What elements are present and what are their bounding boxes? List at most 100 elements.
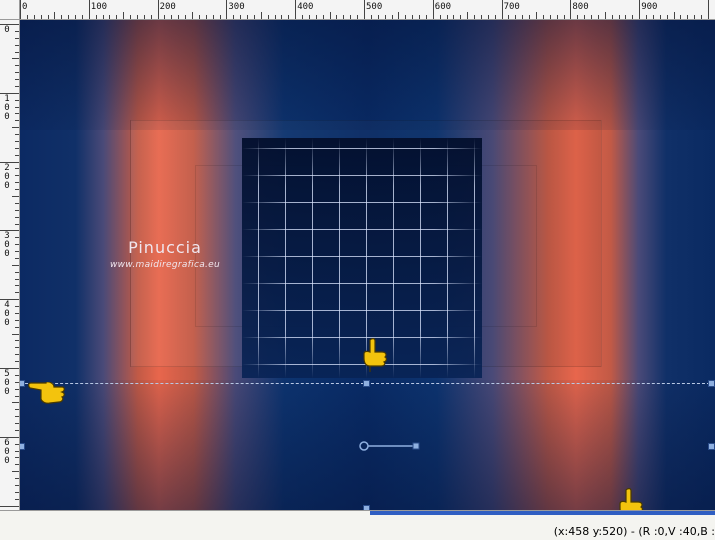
ruler-tick (253, 15, 255, 19)
ruler-tick (467, 12, 469, 19)
ruler-tick (556, 15, 558, 19)
ruler-tick (474, 15, 476, 19)
ruler-tick (212, 15, 214, 19)
ruler-left[interactable]: 0 100 200 300 400 500 600 (0, 20, 20, 510)
ruler-left-label: 0 (4, 25, 10, 35)
ruler-tick (136, 15, 138, 19)
ruler-tick (15, 209, 19, 211)
ruler-tick (20, 0, 21, 19)
ruler-top-label: 500 (366, 2, 383, 12)
ruler-tick (15, 251, 19, 253)
ruler-tick (150, 15, 152, 19)
ruler-left-label: 400 (4, 300, 10, 329)
ruler-tick (350, 15, 352, 19)
ruler-tick (171, 15, 173, 19)
ruler-tick (15, 140, 19, 142)
ruler-tick (26, 15, 28, 19)
ruler-tick (15, 306, 19, 308)
ruler-tick (529, 15, 531, 19)
ruler-tick (398, 12, 400, 19)
ruler-tick (12, 402, 19, 404)
grid-light-horizontal (242, 202, 482, 203)
ruler-tick (15, 319, 19, 321)
ruler-tick (563, 15, 565, 19)
grid-light-horizontal (242, 175, 482, 176)
ruler-tick (425, 15, 427, 19)
ruler-tick (591, 15, 593, 19)
guide-handle-left-lower[interactable] (20, 443, 25, 450)
ruler-tick (109, 15, 111, 19)
ruler-tick (384, 15, 386, 19)
grid-light-vertical (393, 138, 394, 378)
ruler-tick (536, 12, 537, 19)
grid-light-horizontal (242, 283, 482, 284)
grid-light-vertical (285, 138, 286, 378)
ruler-top-label: 600 (434, 2, 452, 12)
status-bar: (x:458 y:520) - (R :0,V :40,B : (0, 510, 715, 540)
ruler-tick (15, 484, 19, 486)
ruler-tick (508, 15, 510, 19)
ruler-tick (15, 30, 19, 32)
ruler-tick (267, 15, 269, 19)
ruler-top-label: 900 (641, 2, 658, 12)
ruler-tick (15, 271, 19, 273)
ruler-left-label: 500 (4, 369, 10, 397)
ruler-tick (15, 202, 19, 204)
ruler-top-label: 100 (90, 2, 108, 12)
ruler-tick (233, 15, 235, 19)
grid-light-horizontal (242, 256, 482, 257)
ruler-tick (659, 15, 661, 19)
guide-handle-left[interactable] (20, 380, 25, 387)
ruler-tick (708, 0, 709, 19)
watermark-name: Pinuccia (128, 238, 202, 257)
ruler-tick (15, 450, 19, 452)
ruler-tick (15, 175, 19, 177)
ruler-tick (226, 0, 228, 19)
guide-handle-center[interactable] (363, 380, 370, 387)
guide-handle-right-lower[interactable] (708, 443, 715, 450)
ruler-tick (584, 15, 586, 19)
ruler-tick (15, 457, 19, 459)
ruler-tick (247, 15, 249, 19)
ruler-tick (487, 15, 489, 19)
ruler-tick (15, 113, 19, 115)
ruler-tick (240, 15, 242, 19)
ruler-tick (15, 189, 19, 191)
ruler-tick (15, 106, 19, 108)
status-bar-accent (370, 511, 715, 515)
ruler-tick (501, 0, 503, 19)
ruler-tick (15, 37, 19, 39)
ruler-tick (192, 12, 193, 19)
ruler-tick (15, 134, 19, 136)
ruler-tick (15, 326, 19, 328)
ruler-tick (453, 15, 455, 19)
ruler-tick (439, 15, 441, 19)
ruler-tick (15, 120, 19, 122)
ruler-tick (12, 127, 19, 129)
grid-light-vertical (312, 138, 313, 378)
ruler-tick (646, 15, 648, 19)
ruler-left-label: 200 (4, 162, 10, 191)
watermark-url: www.maidiregrafica.eu (109, 260, 221, 270)
ruler-tick (178, 15, 180, 19)
ruler-tick (15, 278, 19, 280)
line-tool-marker[interactable] (358, 440, 420, 452)
ruler-tick (33, 15, 35, 19)
ruler-tick (673, 12, 675, 19)
image-canvas[interactable]: Pinuccia www.maidiregrafica.eu (20, 20, 715, 510)
grid-light-horizontal (242, 148, 482, 149)
ruler-tick (15, 340, 19, 342)
ruler-tick (357, 15, 359, 19)
ruler-tick (315, 15, 317, 19)
ruler-tick (405, 15, 407, 19)
ruler-top[interactable]: 0 100 200 300 400 500 600 700 800 900 (0, 0, 715, 20)
ruler-top-label: 0 (22, 2, 28, 12)
guide-handle-right[interactable] (708, 380, 715, 387)
grid-light-vertical (258, 138, 259, 378)
ruler-tick (302, 15, 304, 19)
ruler-tick (15, 498, 19, 500)
ruler-tick (88, 0, 90, 19)
ruler-tick (597, 15, 599, 19)
ruler-corner (0, 0, 20, 20)
ruler-tick (370, 15, 372, 19)
